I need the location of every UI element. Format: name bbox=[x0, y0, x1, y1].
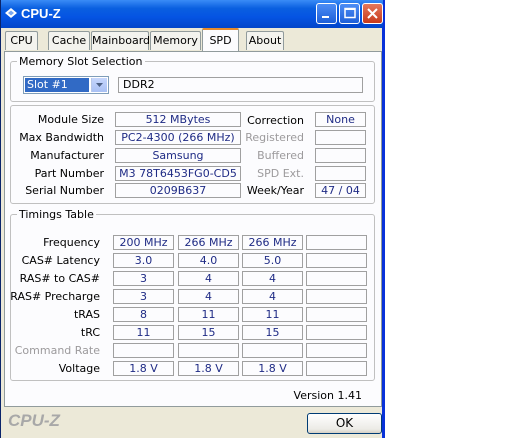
cpuz-window: CPU-Z CPU Cache Mainboard Memory SPD Abo… bbox=[0, 0, 385, 438]
correction-label: Correction bbox=[247, 114, 304, 127]
title-bar[interactable]: CPU-Z bbox=[1, 0, 383, 28]
max-bandwidth-label: Max Bandwidth bbox=[19, 131, 104, 144]
part-number-value: M3 78T6453FG0-CD5 bbox=[115, 166, 241, 181]
serial-number-label: Serial Number bbox=[25, 184, 104, 197]
tab-about[interactable]: About bbox=[246, 31, 284, 50]
timing-cell: 15 bbox=[178, 325, 239, 340]
timing-cell bbox=[306, 235, 367, 250]
timing-cell bbox=[306, 307, 367, 322]
ok-button[interactable]: OK bbox=[307, 413, 382, 434]
minimize-icon bbox=[322, 16, 329, 18]
timing-cell bbox=[178, 343, 239, 358]
timing-cell: 266 MHz bbox=[178, 235, 239, 250]
close-button[interactable] bbox=[362, 3, 383, 24]
version-label: Version 1.41 bbox=[293, 389, 362, 402]
timing-row-label: RAS# Precharge bbox=[10, 290, 100, 303]
tab-mainboard[interactable]: Mainboard bbox=[91, 31, 150, 50]
chevron-down-icon[interactable] bbox=[91, 78, 107, 92]
timing-cell: 1.8 V bbox=[113, 361, 174, 376]
spd-ext-label: SPD Ext. bbox=[257, 167, 304, 180]
slot-select-value: Slot #1 bbox=[25, 78, 89, 92]
buffered-label: Buffered bbox=[257, 149, 304, 162]
registered-value bbox=[315, 130, 366, 145]
max-bandwidth-value: PC2-4300 (266 MHz) bbox=[115, 130, 241, 145]
timing-cell: 3 bbox=[113, 289, 174, 304]
part-number-label: Part Number bbox=[34, 167, 104, 180]
timing-cell bbox=[306, 289, 367, 304]
timing-cell: 1.8 V bbox=[242, 361, 303, 376]
timings-group-title: Timings Table bbox=[17, 208, 96, 221]
timing-cell: 3.0 bbox=[113, 253, 174, 268]
minimize-button[interactable] bbox=[316, 3, 337, 24]
timing-cell: 1.8 V bbox=[178, 361, 239, 376]
timing-cell: 4 bbox=[242, 271, 303, 286]
timing-cell: 4.0 bbox=[178, 253, 239, 268]
tab-spd[interactable]: SPD bbox=[202, 28, 239, 51]
timing-row-label: Voltage bbox=[58, 362, 100, 375]
timing-cell bbox=[306, 271, 367, 286]
timing-cell: 11 bbox=[178, 307, 239, 322]
registered-label: Registered bbox=[245, 131, 304, 144]
correction-value: None bbox=[315, 112, 366, 127]
timing-row-label: Command Rate bbox=[14, 344, 100, 357]
week-year-value: 47 / 04 bbox=[315, 183, 366, 198]
module-size-label: Module Size bbox=[37, 113, 104, 126]
timing-row-label: CAS# Latency bbox=[21, 254, 100, 267]
manufacturer-value: Samsung bbox=[115, 148, 241, 163]
maximize-icon bbox=[344, 7, 356, 19]
spd-ext-value bbox=[315, 166, 366, 181]
timing-cell: 266 MHz bbox=[242, 235, 303, 250]
timing-cell: 11 bbox=[242, 307, 303, 322]
window-title: CPU-Z bbox=[21, 6, 61, 21]
timing-cell: 4 bbox=[242, 289, 303, 304]
timing-cell bbox=[306, 343, 367, 358]
timing-cell bbox=[306, 325, 367, 340]
timing-row-label: RAS# to CAS# bbox=[19, 272, 100, 285]
memory-type-field: DDR2 bbox=[118, 77, 363, 93]
timing-cell bbox=[306, 253, 367, 268]
maximize-button[interactable] bbox=[339, 3, 360, 24]
timing-row-label: tRAS bbox=[73, 308, 100, 321]
week-year-label: Week/Year bbox=[246, 184, 304, 197]
timing-cell: 5.0 bbox=[242, 253, 303, 268]
timing-cell: 4 bbox=[178, 271, 239, 286]
timing-cell: 11 bbox=[113, 325, 174, 340]
timing-row-label: tRC bbox=[80, 326, 100, 339]
timing-cell: 3 bbox=[113, 271, 174, 286]
timing-row-label: Frequency bbox=[43, 236, 100, 249]
timing-cell bbox=[306, 361, 367, 376]
timing-cell: 8 bbox=[113, 307, 174, 322]
close-icon bbox=[367, 8, 378, 19]
timing-cell: 15 bbox=[242, 325, 303, 340]
serial-number-value: 0209B637 bbox=[115, 183, 241, 198]
cpuz-diamond-icon bbox=[5, 8, 17, 18]
slot-select[interactable]: Slot #1 bbox=[23, 76, 109, 94]
tab-cache[interactable]: Cache bbox=[48, 31, 90, 50]
timing-cell: 4 bbox=[178, 289, 239, 304]
memory-slot-group-title: Memory Slot Selection bbox=[17, 55, 145, 68]
tab-memory[interactable]: Memory bbox=[150, 31, 201, 50]
module-size-value: 512 MBytes bbox=[115, 112, 241, 127]
timing-cell: 200 MHz bbox=[113, 235, 174, 250]
timing-cell bbox=[113, 343, 174, 358]
tab-cpu[interactable]: CPU bbox=[5, 31, 38, 50]
cpuz-logo: CPU-Z bbox=[8, 411, 60, 430]
timing-cell bbox=[242, 343, 303, 358]
buffered-value bbox=[315, 148, 366, 163]
manufacturer-label: Manufacturer bbox=[30, 149, 104, 162]
